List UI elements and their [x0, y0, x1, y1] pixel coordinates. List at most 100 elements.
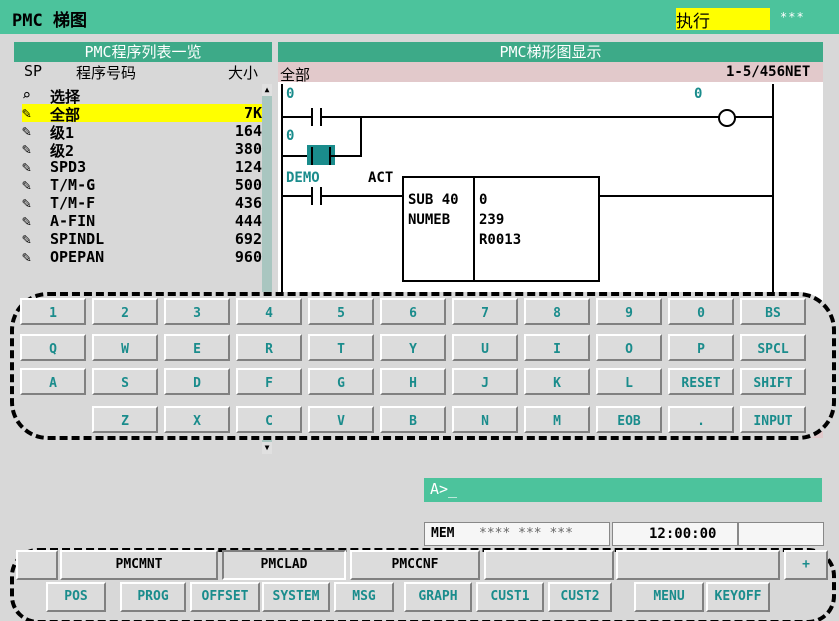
list-item-all[interactable]: ✎ 全部 7K	[22, 104, 262, 124]
key-i[interactable]: I	[524, 334, 590, 361]
pencil-icon: ✎	[22, 122, 32, 140]
key-2[interactable]: 2	[92, 298, 158, 325]
key-v[interactable]: V	[308, 406, 374, 433]
list-item[interactable]: ✎ 级1 164	[22, 122, 262, 142]
softkey-graph[interactable]: GRAPH	[404, 582, 472, 612]
func-param-2: 239	[479, 212, 505, 228]
key-k[interactable]: K	[524, 368, 590, 395]
softkey-prog[interactable]: PROG	[120, 582, 186, 612]
softkey-msg[interactable]: MSG	[334, 582, 394, 612]
mode-label: 执行	[676, 12, 710, 32]
block-divider	[473, 178, 475, 280]
key-b[interactable]: B	[380, 406, 446, 433]
list-item-select[interactable]: ⌕ 选择	[22, 86, 262, 106]
key-o[interactable]: O	[596, 334, 662, 361]
contact-no	[311, 187, 313, 205]
command-prompt: A>_	[430, 480, 458, 498]
key-z[interactable]: Z	[92, 406, 158, 433]
key-3[interactable]: 3	[164, 298, 230, 325]
key-j[interactable]: J	[452, 368, 518, 395]
list-item[interactable]: ✎ 级2 380	[22, 140, 262, 160]
key-7[interactable]: 7	[452, 298, 518, 325]
rung1-address: 0	[286, 86, 295, 102]
list-item[interactable]: ✎ OPEPAN 960	[22, 248, 262, 266]
key-6[interactable]: 6	[380, 298, 446, 325]
rung2-address: 0	[286, 128, 295, 144]
key-n[interactable]: N	[452, 406, 518, 433]
softkey-pmcmnt[interactable]: PMCMNT	[60, 550, 218, 580]
scroll-up-icon[interactable]: ▲	[262, 84, 272, 96]
col-sp: SP	[24, 62, 43, 80]
command-input[interactable]	[424, 478, 822, 502]
key-y[interactable]: Y	[380, 334, 446, 361]
wire	[322, 195, 402, 197]
key-p[interactable]: P	[668, 334, 734, 361]
key-x[interactable]: X	[164, 406, 230, 433]
list-item[interactable]: ✎ A-FIN 444	[22, 212, 262, 230]
key-g[interactable]: G	[308, 368, 374, 395]
wire	[360, 116, 362, 157]
key-d[interactable]: D	[164, 368, 230, 395]
col-size: 大小	[228, 64, 259, 82]
key-a[interactable]: A	[20, 368, 86, 395]
pencil-icon: ✎	[22, 140, 32, 158]
list-item[interactable]: ✎ T/M-F 436	[22, 194, 262, 212]
list-item[interactable]: ✎ T/M-G 500	[22, 176, 262, 194]
func-param-3: R0013	[479, 232, 522, 248]
key-shift[interactable]: SHIFT	[740, 368, 806, 395]
key-r[interactable]: R	[236, 334, 302, 361]
wire	[331, 155, 361, 157]
softkey-cust2[interactable]: CUST2	[548, 582, 612, 612]
key-eob[interactable]: EOB	[596, 406, 662, 433]
softkey-pos[interactable]: POS	[46, 582, 106, 612]
softkey-next[interactable]: +	[784, 550, 828, 580]
key-4[interactable]: 4	[236, 298, 302, 325]
softkey-offset[interactable]: OFFSET	[190, 582, 260, 612]
key-spcl[interactable]: SPCL	[740, 334, 806, 361]
key-h[interactable]: H	[380, 368, 446, 395]
key-t[interactable]: T	[308, 334, 374, 361]
list-item[interactable]: ✎ SPINDL 692	[22, 230, 262, 248]
key-9[interactable]: 9	[596, 298, 662, 325]
key-1[interactable]: 1	[20, 298, 86, 325]
rung3-signal-act: ACT	[368, 170, 394, 186]
func-param-1: 0	[479, 192, 488, 208]
key-u[interactable]: U	[452, 334, 518, 361]
key-f[interactable]: F	[236, 368, 302, 395]
key-w[interactable]: W	[92, 334, 158, 361]
key-reset[interactable]: RESET	[668, 368, 734, 395]
softkey-system[interactable]: SYSTEM	[262, 582, 330, 612]
softkey-blank[interactable]	[16, 550, 58, 580]
key-backspace[interactable]: BS	[740, 298, 806, 325]
contact-nc	[311, 147, 313, 165]
key-5[interactable]: 5	[308, 298, 374, 325]
screen-title: PMC 梯图	[12, 11, 87, 31]
key-input[interactable]: INPUT	[740, 406, 806, 433]
wire	[598, 195, 772, 197]
clock-time: 12:00:00	[649, 526, 717, 542]
scroll-down-icon[interactable]: ▼	[262, 442, 272, 454]
softkey-empty-1[interactable]	[484, 550, 614, 580]
key-8[interactable]: 8	[524, 298, 590, 325]
key-q[interactable]: Q	[20, 334, 86, 361]
key-period[interactable]: .	[668, 406, 734, 433]
softkey-pmccnf[interactable]: PMCCNF	[350, 550, 480, 580]
softkey-cust1[interactable]: CUST1	[476, 582, 544, 612]
func-label-sub: SUB 40	[408, 192, 459, 208]
pencil-icon: ✎	[22, 104, 32, 122]
pencil-icon: ✎	[22, 176, 32, 194]
key-l[interactable]: L	[596, 368, 662, 395]
ladder-title: PMC梯形图显示	[278, 42, 823, 62]
key-0[interactable]: 0	[668, 298, 734, 325]
key-m[interactable]: M	[524, 406, 590, 433]
key-s[interactable]: S	[92, 368, 158, 395]
softkey-keyoff[interactable]: KEYOFF	[706, 582, 770, 612]
key-c[interactable]: C	[236, 406, 302, 433]
key-e[interactable]: E	[164, 334, 230, 361]
softkey-empty-2[interactable]	[616, 550, 780, 580]
status-spare-box	[738, 522, 824, 546]
softkey-menu[interactable]: MENU	[634, 582, 704, 612]
list-item[interactable]: ✎ SPD3 124	[22, 158, 262, 176]
rung1-coil-address: 0	[694, 86, 703, 102]
softkey-pmclad[interactable]: PMCLAD	[222, 550, 346, 580]
